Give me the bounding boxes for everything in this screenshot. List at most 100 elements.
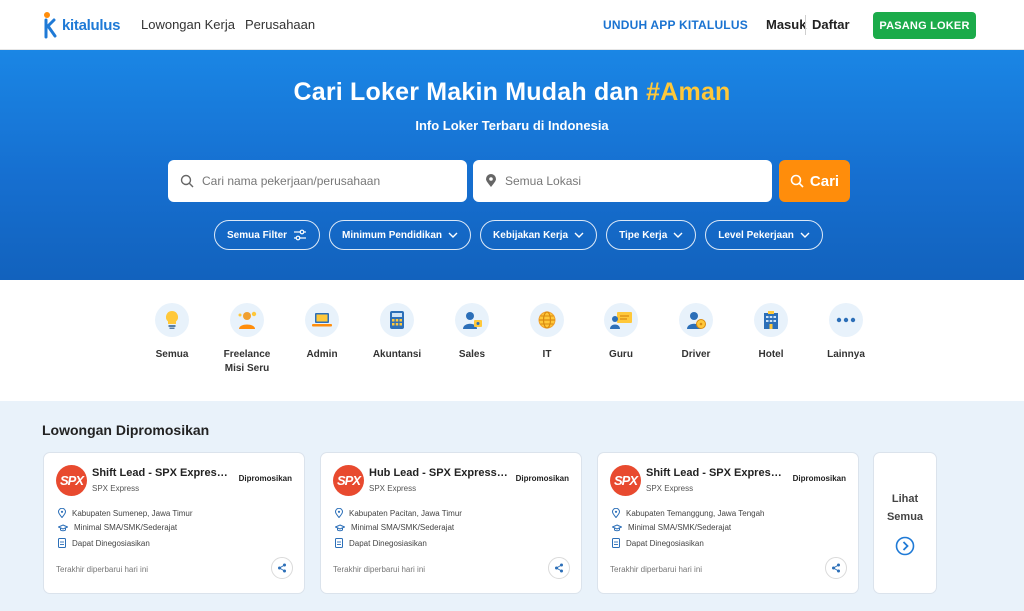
job-card[interactable]: SPX Shift Lead - SPX Express (... SPX Ex… — [597, 452, 859, 594]
job-title[interactable]: Shift Lead - SPX Express (... — [646, 467, 786, 479]
company-name: SPX Express — [369, 484, 417, 493]
category-list: Semua Freelance Misi Seru Admin Akuntans… — [0, 303, 1024, 393]
job-salary: Dapat Dinegosiasikan — [612, 538, 704, 548]
filter-bar: Semua Filter Minimum Pendidikan Kebijaka… — [214, 220, 823, 250]
category-admin[interactable]: Admin — [285, 303, 359, 362]
graduation-cap-icon — [612, 523, 622, 531]
more-icon — [829, 303, 863, 337]
category-label: Admin — [306, 349, 338, 360]
filter-all-label: Semua Filter — [227, 229, 288, 241]
search-button[interactable]: Cari — [779, 160, 850, 202]
promoted-badge: Dipromosikan — [238, 474, 292, 483]
category-label: Guru — [609, 349, 633, 360]
job-card[interactable]: SPX Hub Lead - SPX Express (... SPX Expr… — [320, 452, 582, 594]
top-navbar: kitalulus Lowongan Kerja Perusahaan UNDU… — [0, 0, 1024, 50]
share-icon — [832, 563, 840, 573]
last-updated: Terakhir diperbarui hari ini — [610, 565, 703, 574]
job-location: Kabupaten Pacitan, Jawa Timur — [335, 508, 462, 518]
last-updated: Terakhir diperbarui hari ini — [333, 565, 426, 574]
filter-min-education[interactable]: Minimum Pendidikan — [329, 220, 472, 250]
arrow-right-circle-icon — [895, 536, 915, 556]
job-salary-text: Dapat Dinegosiasikan — [626, 538, 704, 548]
search-icon — [790, 174, 804, 188]
share-button[interactable] — [825, 557, 847, 579]
job-education: Minimal SMA/SMK/Sederajat — [612, 523, 731, 532]
chevron-down-icon — [574, 232, 584, 238]
globe-icon — [530, 303, 564, 337]
category-hotel[interactable]: Hotel — [734, 303, 808, 362]
laptop-icon — [305, 303, 339, 337]
graduation-cap-icon — [58, 523, 68, 531]
category-label: Lainnya — [827, 349, 865, 360]
filter-job-level[interactable]: Level Pekerjaan — [705, 220, 823, 250]
share-button[interactable] — [271, 557, 293, 579]
section-title: Lowongan Dipromosikan — [42, 422, 210, 438]
location-pin-icon — [486, 174, 496, 187]
document-icon — [612, 538, 620, 548]
promoted-badge: Dipromosikan — [792, 474, 846, 483]
share-button[interactable] — [548, 557, 570, 579]
job-location-text: Kabupaten Temanggung, Jawa Tengah — [626, 508, 765, 518]
location-select[interactable]: Semua Lokasi — [473, 160, 772, 202]
job-title[interactable]: Shift Lead - SPX Express (... — [92, 467, 232, 479]
see-all-button[interactable]: Lihat Semua — [873, 452, 937, 594]
login-link[interactable]: Masuk — [766, 17, 806, 32]
filter-job-type[interactable]: Tipe Kerja — [606, 220, 697, 250]
document-icon — [58, 538, 66, 548]
job-search-input[interactable]: Cari nama pekerjaan/perusahaan — [168, 160, 467, 202]
see-all-line-1: Lihat — [891, 493, 919, 505]
filter-job-type-label: Tipe Kerja — [619, 229, 668, 241]
nav-lowongan-kerja[interactable]: Lowongan Kerja — [141, 17, 235, 32]
job-location: Kabupaten Sumenep, Jawa Timur — [58, 508, 193, 518]
category-label: Hotel — [758, 349, 784, 360]
category-label: Akuntansi — [372, 349, 422, 360]
filter-min-education-label: Minimum Pendidikan — [342, 229, 443, 241]
category-driver[interactable]: Driver — [659, 303, 733, 362]
lightbulb-icon — [155, 303, 189, 337]
job-title[interactable]: Hub Lead - SPX Express (... — [369, 467, 509, 479]
graduation-cap-icon — [335, 523, 345, 531]
nav-perusahaan[interactable]: Perusahaan — [245, 17, 315, 32]
sales-icon — [455, 303, 489, 337]
job-education: Minimal SMA/SMK/Sederajat — [58, 523, 177, 532]
hero-title-accent: #Aman — [646, 78, 731, 106]
job-salary-text: Dapat Dinegosiasikan — [72, 538, 150, 548]
job-education-text: Minimal SMA/SMK/Sederajat — [351, 523, 455, 532]
location-pin-icon — [58, 508, 66, 518]
category-guru[interactable]: Guru — [584, 303, 658, 362]
hero-banner: Cari Loker Makin Mudah dan #Aman Info Lo… — [0, 50, 1024, 280]
location-pin-icon — [335, 508, 343, 518]
filter-work-policy[interactable]: Kebijakan Kerja — [480, 220, 598, 250]
company-name: SPX Express — [92, 484, 140, 493]
category-label: Semua — [155, 349, 189, 360]
category-freelance[interactable]: Freelance Misi Seru — [210, 303, 284, 376]
filter-job-level-label: Level Pekerjaan — [718, 229, 794, 241]
location-placeholder: Semua Lokasi — [505, 174, 582, 188]
register-link[interactable]: Daftar — [812, 17, 850, 32]
post-job-button[interactable]: PASANG LOKER — [873, 12, 976, 39]
category-semua[interactable]: Semua — [135, 303, 209, 362]
category-lainnya[interactable]: Lainnya — [809, 303, 883, 362]
category-akuntansi[interactable]: Akuntansi — [360, 303, 434, 362]
company-logo-text: SPX — [59, 473, 84, 488]
freelance-icon — [230, 303, 264, 337]
category-it[interactable]: IT — [510, 303, 584, 362]
share-icon — [278, 563, 286, 573]
kitalulus-logo[interactable]: kitalulus — [42, 11, 120, 39]
company-name: SPX Express — [646, 484, 694, 493]
category-sales[interactable]: Sales — [435, 303, 509, 362]
job-education: Minimal SMA/SMK/Sederajat — [335, 523, 454, 532]
filter-work-policy-label: Kebijakan Kerja — [493, 229, 569, 241]
category-label: Sales — [458, 349, 486, 360]
job-card[interactable]: SPX Shift Lead - SPX Express (... SPX Ex… — [43, 452, 305, 594]
job-education-text: Minimal SMA/SMK/Sederajat — [74, 523, 178, 532]
filter-all[interactable]: Semua Filter — [214, 220, 321, 250]
hero-subtitle: Info Loker Terbaru di Indonesia — [415, 118, 609, 133]
company-logo: SPX — [610, 465, 641, 496]
hero-title-main: Cari Loker Makin Mudah dan — [293, 78, 647, 106]
hotel-icon — [754, 303, 788, 337]
download-app-link[interactable]: UNDUH APP KITALULUS — [603, 18, 748, 32]
share-icon — [555, 563, 563, 573]
company-logo: SPX — [333, 465, 364, 496]
promoted-badge: Dipromosikan — [515, 474, 569, 483]
